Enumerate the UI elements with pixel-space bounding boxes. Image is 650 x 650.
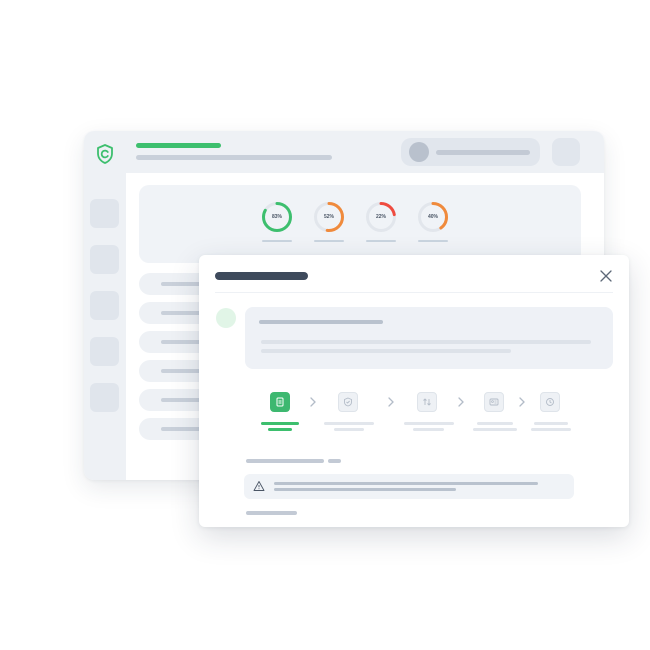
warning-icon <box>253 481 265 491</box>
message-text-placeholder <box>261 349 511 353</box>
sidebar-item[interactable] <box>90 245 119 274</box>
stat-donut: 22% <box>365 201 401 242</box>
app-header <box>84 131 604 173</box>
chevron-right-icon <box>388 397 394 407</box>
footer-text-placeholder <box>246 511 297 515</box>
stat-donut: 40% <box>417 201 453 242</box>
sidebar-item[interactable] <box>90 383 119 412</box>
step-sublabel-placeholder <box>268 428 292 431</box>
modal-dialog <box>199 255 629 527</box>
stat-caption-placeholder <box>418 240 448 242</box>
step-sublabel-placeholder <box>531 428 571 431</box>
user-name-placeholder <box>436 150 530 155</box>
step-verify[interactable] <box>324 392 374 436</box>
avatar <box>216 308 236 328</box>
step-document[interactable] <box>259 392 303 436</box>
step-label-placeholder <box>477 422 513 425</box>
sidebar-item[interactable] <box>90 337 119 366</box>
sidebar-item[interactable] <box>90 291 119 320</box>
stats-card: 83% 52% 22% 40% <box>139 185 581 263</box>
clock-icon <box>546 398 554 406</box>
step-label-placeholder <box>324 422 374 425</box>
message-bubble <box>245 307 613 369</box>
swap-arrows-icon <box>423 398 431 406</box>
document-icon <box>276 397 284 407</box>
stat-donut: 83% <box>261 201 297 242</box>
divider <box>215 292 613 293</box>
shield-c-logo-icon <box>97 144 113 164</box>
stat-value: 83% <box>271 214 282 220</box>
close-icon[interactable] <box>598 268 614 284</box>
stat-value: 52% <box>323 214 334 220</box>
sidebar <box>84 173 126 480</box>
chevron-right-icon <box>519 397 525 407</box>
app-subtitle-placeholder <box>136 155 332 160</box>
sidebar-item[interactable] <box>90 199 119 228</box>
user-menu[interactable] <box>401 138 540 166</box>
stat-caption-placeholder <box>366 240 396 242</box>
message-heading-placeholder <box>259 320 383 324</box>
warning-notice <box>244 474 574 499</box>
id-card-icon <box>489 398 499 406</box>
step-sublabel-placeholder <box>413 428 444 431</box>
chevron-right-icon <box>310 397 316 407</box>
warning-text-placeholder <box>274 488 456 491</box>
step-label-placeholder <box>534 422 568 425</box>
modal-title-placeholder <box>215 272 308 280</box>
app-title-placeholder <box>136 143 221 148</box>
chevron-right-icon <box>458 397 464 407</box>
step-sublabel-placeholder <box>473 428 517 431</box>
stat-value: 40% <box>427 214 438 220</box>
section-heading-placeholder <box>328 459 341 463</box>
step-label-placeholder <box>261 422 299 425</box>
step-sublabel-placeholder <box>334 428 364 431</box>
stat-caption-placeholder <box>314 240 344 242</box>
stat-donut: 52% <box>313 201 349 242</box>
step-schedule[interactable] <box>529 392 573 436</box>
section-heading-placeholder <box>246 459 324 463</box>
avatar <box>409 142 429 162</box>
warning-text-placeholder <box>274 482 538 485</box>
step-label-placeholder <box>404 422 454 425</box>
message-text-placeholder <box>261 340 591 344</box>
stat-value: 22% <box>375 214 386 220</box>
step-transfer[interactable] <box>404 392 454 436</box>
stat-caption-placeholder <box>262 240 292 242</box>
shield-check-icon <box>344 397 352 407</box>
header-action-button[interactable] <box>552 138 580 166</box>
step-identity[interactable] <box>473 392 517 436</box>
